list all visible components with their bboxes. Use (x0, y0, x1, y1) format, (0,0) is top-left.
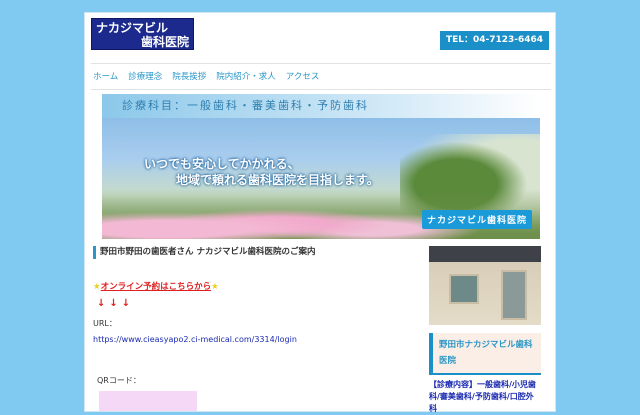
sidebar-title: 野田市ナカジマビル歯科医院 (429, 333, 541, 375)
main-nav: ホーム 診療理念 院長挨拶 院内紹介・求人 アクセス (93, 70, 319, 82)
page-container: ナカジマビル 歯科医院 TEL：04-7123-6464 ホーム 診療理念 院長… (84, 12, 556, 415)
nav-clinic-recruit[interactable]: 院内紹介・求人 (216, 70, 276, 82)
main-content: 野田市野田の歯医者さん ナカジマビル歯科医院のご案内 ★オンライン予約はこちらか… (93, 246, 413, 411)
clinic-exterior-photo (429, 246, 541, 325)
logo-line1: ナカジマビル (96, 21, 169, 35)
nav-greeting[interactable]: 院長挨拶 (172, 70, 206, 82)
down-arrows-icon: ↓↓↓ (97, 298, 135, 309)
reservation-url-link[interactable]: https://www.cieasyapo2.ci-medical.com/33… (93, 335, 297, 344)
divider (91, 63, 551, 64)
tagline-line1: いつでも安心してかかれる、 (144, 157, 300, 171)
tagline-line2: 地域で頼れる歯科医院を目指します。 (176, 173, 379, 187)
banner-tagline: いつでも安心してかかれる、 地域で頼れる歯科医院を目指します。 (144, 156, 379, 188)
logo-line2: 歯科医院 (140, 35, 189, 49)
tel-badge: TEL：04-7123-6464 (440, 31, 549, 50)
banner-heading: 診療科目：一般歯科・審美歯科・予防歯科 (102, 94, 540, 118)
qr-image (99, 391, 197, 411)
online-reservation: ★オンライン予約はこちらから★ (93, 280, 219, 292)
divider (91, 89, 551, 90)
section-title: 野田市野田の歯医者さん ナカジマビル歯科医院のご案内 (93, 246, 413, 259)
banner-badge: ナカジマビル歯科医院 (421, 210, 532, 229)
nav-access[interactable]: アクセス (286, 70, 320, 82)
services-link[interactable]: 【診療内容】一般歯科/小児歯科/審美歯科/予防歯科/口腔外科 (429, 379, 541, 415)
nav-philosophy[interactable]: 診療理念 (128, 70, 162, 82)
star-icon: ★ (93, 282, 101, 292)
online-reservation-link[interactable]: オンライン予約はこちらから (101, 282, 212, 292)
url-label: URL： (93, 319, 117, 328)
clinic-logo[interactable]: ナカジマビル 歯科医院 (91, 18, 194, 50)
sidebar: 野田市ナカジマビル歯科医院 【診療内容】一般歯科/小児歯科/審美歯科/予防歯科/… (429, 246, 541, 415)
nav-home[interactable]: ホーム (93, 70, 118, 82)
qr-label: QRコード： (97, 376, 141, 385)
hero-banner: 診療科目：一般歯科・審美歯科・予防歯科 いつでも安心してかかれる、 地域で頼れる… (102, 94, 540, 239)
star-icon: ★ (211, 282, 219, 292)
